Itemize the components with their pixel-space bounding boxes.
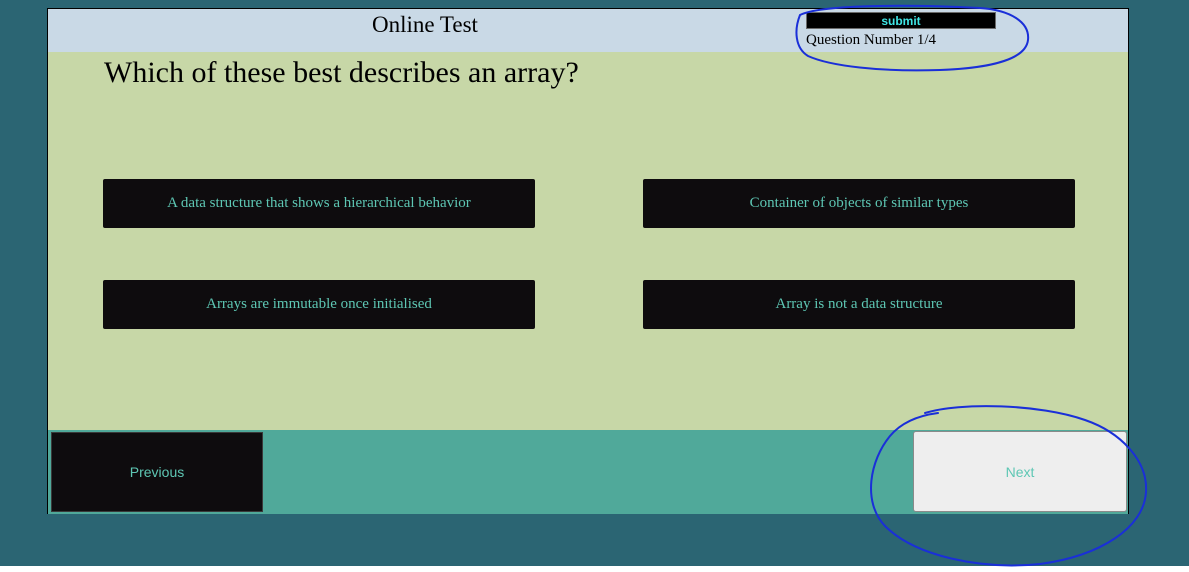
question-text: Which of these best describes an array? (104, 56, 579, 89)
answer-option-1[interactable]: A data structure that shows a hierarchic… (103, 179, 535, 228)
footer-bar: Previous Next (48, 430, 1128, 514)
answer-option-4[interactable]: Array is not a data structure (643, 280, 1075, 329)
answer-option-label: A data structure that shows a hierarchic… (167, 195, 471, 211)
next-button[interactable]: Next (913, 431, 1127, 512)
previous-button[interactable]: Previous (51, 432, 263, 512)
answer-option-label: Arrays are immutable once initialised (206, 296, 432, 312)
submit-button[interactable]: submit (806, 12, 996, 29)
answer-option-2[interactable]: Container of objects of similar types (643, 179, 1075, 228)
app-title: Online Test (372, 12, 478, 37)
question-counter: Question Number 1/4 (806, 32, 936, 48)
answer-option-3[interactable]: Arrays are immutable once initialised (103, 280, 535, 329)
answer-option-label: Array is not a data structure (775, 296, 943, 312)
quiz-panel: Online Test submit Question Number 1/4 W… (47, 8, 1129, 514)
answer-option-label: Container of objects of similar types (749, 195, 969, 211)
header-bar: Online Test submit Question Number 1/4 (48, 9, 1128, 52)
